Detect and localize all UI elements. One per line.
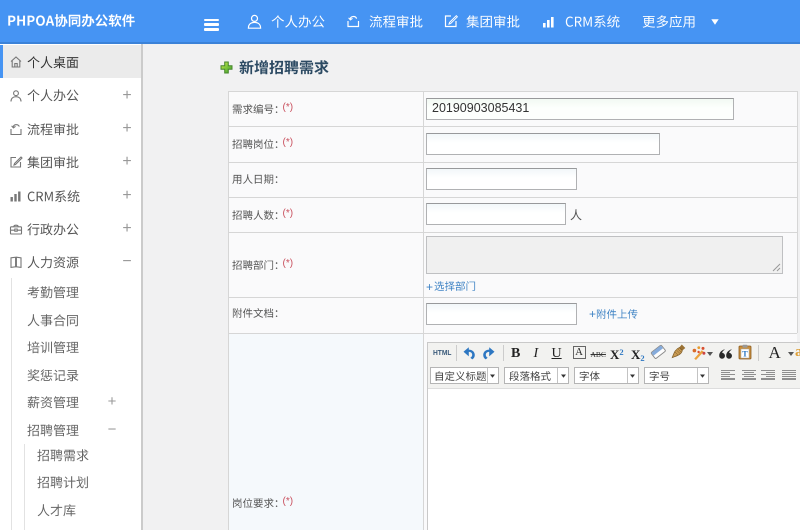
svg-text:T: T — [742, 348, 748, 358]
